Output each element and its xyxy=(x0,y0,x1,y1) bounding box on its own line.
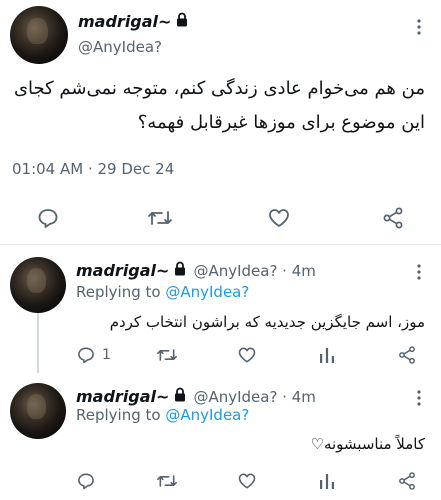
retweet-icon xyxy=(157,475,177,487)
share-button[interactable] xyxy=(397,471,417,491)
more-icon[interactable] xyxy=(410,263,428,281)
thread-line xyxy=(37,309,39,373)
analytics-icon xyxy=(320,348,334,363)
more-icon[interactable] xyxy=(410,389,428,407)
share-icon xyxy=(383,207,403,229)
tweet-text: موز، اسم جایگزین جدیدیه که براشون انتخاب… xyxy=(109,313,425,331)
author-row: madrigal~ xyxy=(78,12,189,31)
like-button[interactable] xyxy=(237,345,257,365)
handle-time: @AnyIdea? · 4m xyxy=(193,261,316,280)
like-button[interactable] xyxy=(267,206,291,230)
avatar[interactable] xyxy=(10,257,66,313)
lock-icon xyxy=(175,12,189,31)
lock-icon xyxy=(173,261,187,280)
author-row: madrigal~ @AnyIdea? · 4m xyxy=(76,261,316,280)
retweet-icon xyxy=(148,211,172,225)
handle[interactable]: @AnyIdea? xyxy=(78,38,162,56)
analytics-button[interactable] xyxy=(317,345,337,365)
like-icon xyxy=(238,473,256,489)
analytics-icon xyxy=(320,474,334,489)
author-row: madrigal~ @AnyIdea? · 4m xyxy=(76,387,316,406)
retweet-button[interactable] xyxy=(147,206,173,230)
tweet-text: کاملاً مناسبشونه♡ xyxy=(310,435,426,453)
replying-to: Replying to @AnyIdea? xyxy=(76,283,249,301)
replying-label: Replying to xyxy=(76,406,161,424)
display-name[interactable]: madrigal~ xyxy=(76,261,169,280)
analytics-button[interactable] xyxy=(317,471,337,491)
like-button[interactable] xyxy=(237,471,257,491)
reply-tweet[interactable]: madrigal~ @AnyIdea? · 4m Replying to @An… xyxy=(0,245,441,373)
lock-icon xyxy=(173,387,187,406)
avatar[interactable] xyxy=(10,6,68,64)
replying-label: Replying to xyxy=(76,283,161,301)
reply-button[interactable]: 1 xyxy=(76,345,111,365)
more-icon[interactable] xyxy=(410,18,428,36)
timestamp[interactable]: 01:04 AM · 29 Dec 24 xyxy=(12,160,174,178)
share-icon xyxy=(399,346,415,364)
tweet-text: من هم می‌خوام عادی زندگی کنم، متوجه نمی‌… xyxy=(13,78,425,133)
handle-time: @AnyIdea? · 4m xyxy=(193,387,316,406)
display-name[interactable]: madrigal~ xyxy=(78,12,171,31)
reply-tweet[interactable]: madrigal~ @AnyIdea? · 4m Replying to @An… xyxy=(0,373,441,500)
retweet-button[interactable] xyxy=(156,345,178,365)
retweet-button[interactable] xyxy=(156,471,178,491)
like-icon xyxy=(238,347,256,363)
reply-button[interactable] xyxy=(76,471,96,491)
reply-button[interactable] xyxy=(36,206,60,230)
reply-count: 1 xyxy=(102,347,111,363)
reply-icon xyxy=(78,347,94,364)
reply-icon xyxy=(78,473,94,490)
replying-to: Replying to @AnyIdea? xyxy=(76,406,249,424)
action-bar xyxy=(0,200,441,236)
display-name[interactable]: madrigal~ xyxy=(76,387,169,406)
mention-link[interactable]: @AnyIdea? xyxy=(165,283,249,301)
share-icon xyxy=(399,472,415,490)
mention-link[interactable]: @AnyIdea? xyxy=(165,406,249,424)
share-button[interactable] xyxy=(397,345,417,365)
like-icon xyxy=(269,209,289,227)
reply-icon xyxy=(38,209,58,228)
share-button[interactable] xyxy=(381,206,405,230)
avatar[interactable] xyxy=(10,383,66,439)
retweet-icon xyxy=(157,349,177,361)
main-tweet: madrigal~ @AnyIdea? من هم می‌خوام عادی ز… xyxy=(0,0,441,244)
